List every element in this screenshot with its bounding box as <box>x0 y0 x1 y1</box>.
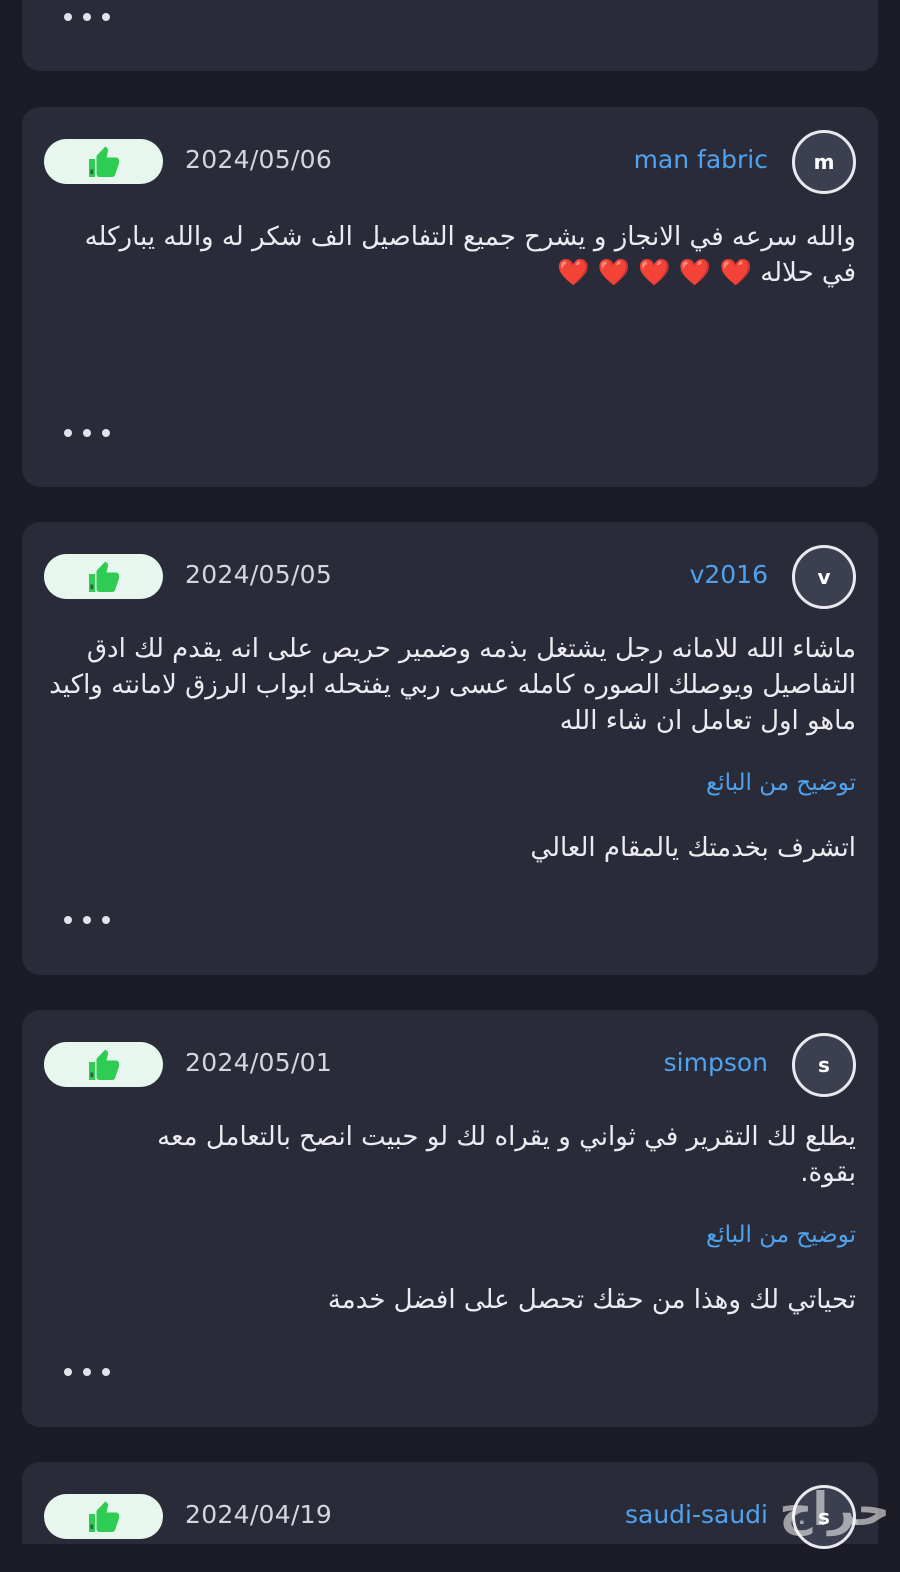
review-card-partial <box>22 0 878 71</box>
like-button[interactable] <box>44 554 163 599</box>
more-dot <box>102 429 110 437</box>
like-button[interactable] <box>44 1042 163 1087</box>
review-card: 2024/05/01 simpson s يطلع لك التقرير في … <box>22 1010 878 1427</box>
avatar[interactable]: m <box>792 130 856 194</box>
reviewer-name-link[interactable]: man fabric <box>634 145 768 174</box>
review-date: 2024/05/01 <box>185 1048 332 1077</box>
more-dot <box>64 1368 72 1376</box>
more-options-button[interactable] <box>64 11 110 23</box>
avatar[interactable]: v <box>792 545 856 609</box>
review-card: 2024/05/05 v2016 v ماشاء الله للامانه رج… <box>22 522 878 975</box>
thumbs-up-icon <box>86 1499 122 1535</box>
reviewer-name-link[interactable]: v2016 <box>690 560 768 589</box>
review-text: ماشاء الله للامانه رجل يشتغل بذمه وضمير … <box>44 631 856 739</box>
more-dot <box>64 13 72 21</box>
more-options-button[interactable] <box>64 914 110 926</box>
review-header: 2024/04/19 saudi-saudi s <box>22 1462 878 1572</box>
review-card: 2024/05/06 man fabric m والله سرعه في ال… <box>22 107 878 487</box>
thumbs-up-icon <box>86 144 122 180</box>
review-date: 2024/05/06 <box>185 145 332 174</box>
heart-emojis: ❤️ ❤️ ❤️ ❤️ ❤️ <box>557 258 752 288</box>
seller-reply-text: اتشرف بخدمتك يالمقام العالي <box>44 830 856 866</box>
review-text: والله سرعه في الانجاز و يشرح جميع التفاص… <box>44 219 856 291</box>
more-dot <box>102 13 110 21</box>
thumbs-up-icon <box>86 559 122 595</box>
haraj-watermark: حراج <box>779 1482 890 1536</box>
more-dot <box>102 916 110 924</box>
more-dot <box>83 13 91 21</box>
avatar[interactable]: s <box>792 1033 856 1097</box>
review-header: 2024/05/05 v2016 v <box>22 522 878 632</box>
like-button[interactable] <box>44 139 163 184</box>
more-dot <box>83 916 91 924</box>
more-dot <box>83 429 91 437</box>
review-date: 2024/05/05 <box>185 560 332 589</box>
seller-reply-label: توضيح من البائع <box>706 770 856 796</box>
more-options-button[interactable] <box>64 1366 110 1378</box>
thumbs-up-icon <box>86 1047 122 1083</box>
more-dot <box>83 1368 91 1376</box>
like-button[interactable] <box>44 1494 163 1539</box>
more-dot <box>64 916 72 924</box>
seller-reply-label: توضيح من البائع <box>706 1222 856 1248</box>
reviewer-name-link[interactable]: saudi-saudi <box>625 1500 768 1529</box>
review-header: 2024/05/01 simpson s <box>22 1010 878 1120</box>
more-dot <box>102 1368 110 1376</box>
review-text: يطلع لك التقرير في ثواني و يقراه لك لو ح… <box>142 1119 856 1191</box>
review-header: 2024/05/06 man fabric m <box>22 107 878 217</box>
review-card: 2024/04/19 saudi-saudi s <box>22 1462 878 1544</box>
seller-reply-text: تحياتي لك وهذا من حقك تحصل على افضل خدمة <box>44 1282 856 1318</box>
reviewer-name-link[interactable]: simpson <box>664 1048 768 1077</box>
more-options-button[interactable] <box>64 427 110 439</box>
review-date: 2024/04/19 <box>185 1500 332 1529</box>
more-dot <box>64 429 72 437</box>
